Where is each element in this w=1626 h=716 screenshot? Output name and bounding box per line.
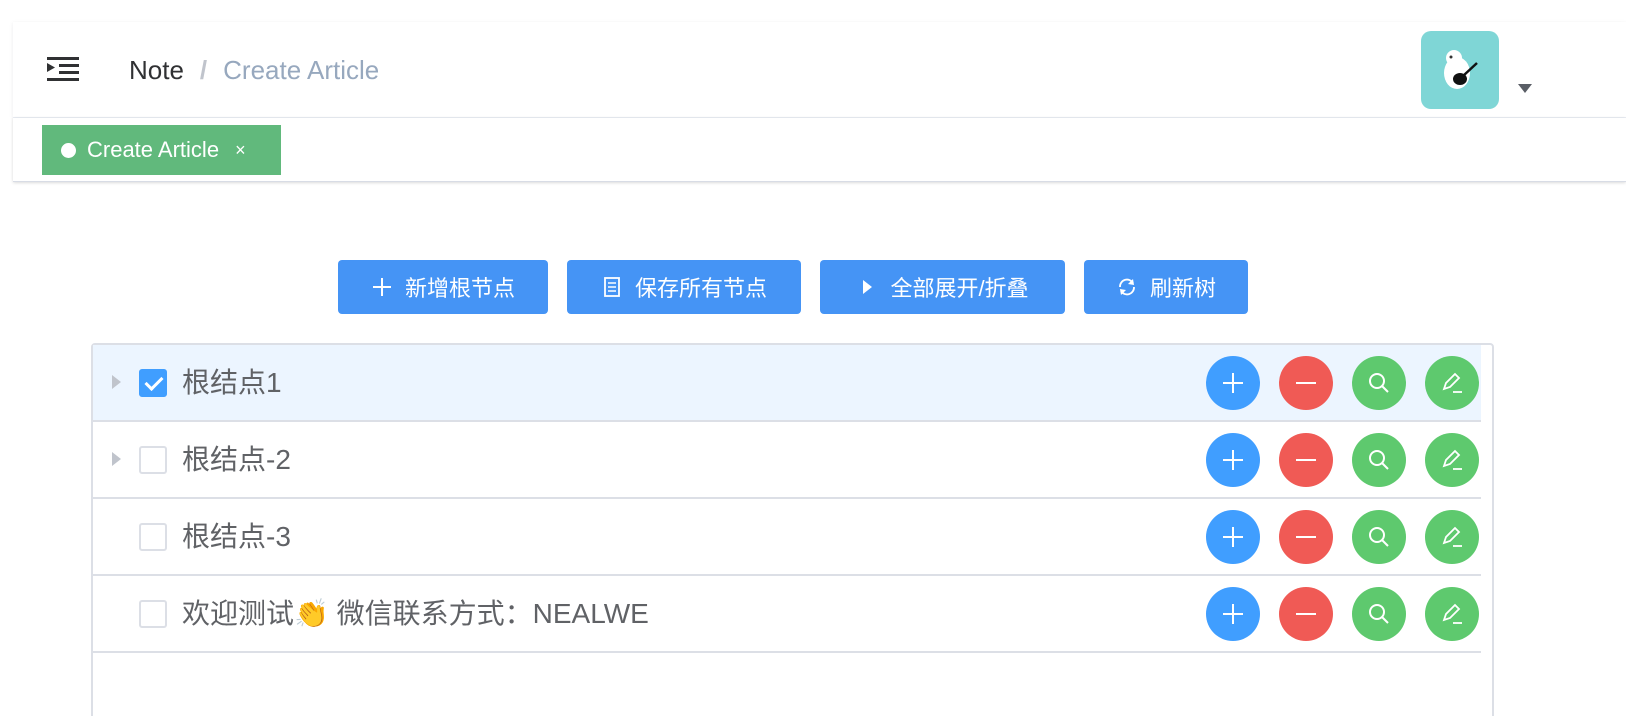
view-node-button[interactable]: [1352, 356, 1406, 410]
add-root-node-button[interactable]: 新增根节点: [338, 260, 548, 314]
search-icon: [1369, 373, 1389, 393]
document-icon: [601, 276, 623, 298]
edit-node-button[interactable]: [1425, 587, 1479, 641]
node-label: 根结点-3: [182, 521, 291, 552]
refresh-tree-button[interactable]: 刷新树: [1084, 260, 1248, 314]
node-checkbox[interactable]: [139, 523, 167, 551]
node-label: 根结点-2: [182, 444, 291, 475]
delete-node-button[interactable]: [1279, 433, 1333, 487]
minus-icon: [1296, 536, 1316, 538]
add-child-button[interactable]: [1206, 433, 1260, 487]
user-avatar[interactable]: [1421, 31, 1499, 109]
add-child-button[interactable]: [1206, 510, 1260, 564]
add-child-button[interactable]: [1206, 587, 1260, 641]
search-icon: [1369, 527, 1389, 547]
view-node-button[interactable]: [1352, 510, 1406, 564]
tag-create-article[interactable]: Create Article ×: [42, 125, 281, 175]
edit-node-button[interactable]: [1425, 510, 1479, 564]
node-checkbox[interactable]: [139, 446, 167, 474]
plus-icon: [1223, 604, 1243, 624]
navbar: Note / Create Article: [13, 22, 1626, 118]
caret-right-icon: [856, 276, 878, 298]
minus-icon: [1296, 613, 1316, 615]
tree-toolbar: 新增根节点 保存所有节点 全部展开/折叠 刷新树: [0, 260, 1626, 314]
active-dot-icon: [61, 142, 76, 158]
add-child-button[interactable]: [1206, 356, 1260, 410]
add-root-node-label: 新增根节点: [404, 276, 515, 301]
edit-pencil-icon: [1442, 603, 1462, 624]
edit-node-button[interactable]: [1425, 356, 1479, 410]
view-node-button[interactable]: [1352, 433, 1406, 487]
minus-icon: [1296, 382, 1316, 384]
breadcrumb: Note / Create Article: [129, 52, 379, 88]
plus-icon: [371, 276, 393, 298]
expand-caret-icon[interactable]: [112, 375, 121, 389]
plus-icon: [1223, 373, 1243, 393]
avatar-image: [1444, 50, 1478, 89]
delete-node-button[interactable]: [1279, 510, 1333, 564]
plus-icon: [1223, 527, 1243, 547]
refresh-tree-label: 刷新树: [1149, 276, 1216, 301]
node-label: 根结点1: [182, 367, 282, 398]
tree-node-row[interactable]: 根结点1: [93, 345, 1481, 422]
delete-node-button[interactable]: [1279, 587, 1333, 641]
edit-pencil-icon: [1442, 372, 1462, 393]
tree-panel: 根结点1 根结点-2 根结点-3 欢迎测试👏 微信联系方式：NEALWE: [91, 343, 1494, 716]
search-icon: [1369, 450, 1389, 470]
tags-view: Create Article ×: [13, 118, 1626, 182]
delete-node-button[interactable]: [1279, 356, 1333, 410]
edit-node-button[interactable]: [1425, 433, 1479, 487]
avatar-dropdown-caret-icon[interactable]: [1518, 84, 1532, 93]
close-icon[interactable]: ×: [235, 141, 246, 159]
node-checkbox[interactable]: [139, 369, 167, 397]
hamburger-menu-icon[interactable]: [47, 55, 79, 83]
save-all-nodes-label: 保存所有节点: [634, 276, 767, 301]
expand-collapse-all-label: 全部展开/折叠: [890, 276, 1029, 301]
tag-label: Create Article: [87, 137, 220, 162]
minus-icon: [1296, 459, 1316, 461]
tree-node-row[interactable]: 欢迎测试👏 微信联系方式：NEALWE: [93, 576, 1481, 653]
refresh-icon: [1116, 276, 1138, 298]
search-icon: [1369, 604, 1389, 624]
tree-node-row[interactable]: 根结点-2: [93, 422, 1481, 499]
node-label: 欢迎测试👏 微信联系方式：NEALWE: [182, 598, 649, 629]
breadcrumb-separator: /: [199, 55, 208, 85]
save-all-nodes-button[interactable]: 保存所有节点: [567, 260, 801, 314]
view-node-button[interactable]: [1352, 587, 1406, 641]
edit-pencil-icon: [1442, 449, 1462, 470]
plus-icon: [1223, 450, 1243, 470]
edit-pencil-icon: [1442, 526, 1462, 547]
expand-caret-icon[interactable]: [112, 452, 121, 466]
breadcrumb-item-current: Create Article: [223, 55, 380, 85]
tree-node-row[interactable]: 根结点-3: [93, 499, 1481, 576]
breadcrumb-item-note[interactable]: Note: [129, 52, 184, 88]
node-checkbox[interactable]: [139, 600, 167, 628]
expand-collapse-all-button[interactable]: 全部展开/折叠: [820, 260, 1065, 314]
